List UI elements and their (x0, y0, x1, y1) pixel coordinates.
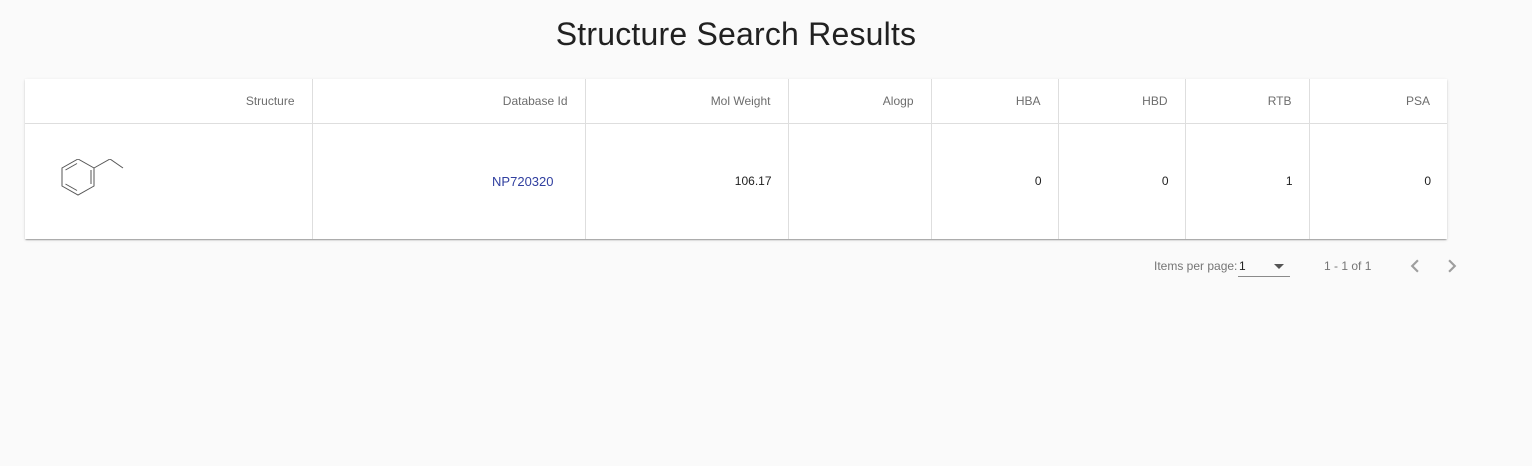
psa-cell: 0 (1424, 174, 1431, 189)
column-header-mol-weight[interactable]: Mol Weight (585, 79, 789, 124)
next-page-button[interactable] (1439, 253, 1465, 279)
hbd-cell: 0 (1058, 123, 1186, 239)
column-header-database-id[interactable]: Database Id (312, 79, 586, 124)
table-header-row: Structure Database Id Mol Weight Alogp H… (25, 79, 1447, 124)
items-per-page-select[interactable]: 1 (1238, 256, 1290, 277)
page-title: Structure Search Results (555, 16, 917, 52)
column-header-hba[interactable]: HBA (931, 79, 1059, 124)
previous-page-button[interactable] (1402, 253, 1428, 279)
column-header-rtb[interactable]: RTB (1185, 79, 1310, 124)
column-header-structure[interactable]: Structure (25, 79, 313, 124)
chevron-right-icon (1448, 259, 1457, 273)
table-row: NP720320 106.17 0 0 1 0 (25, 123, 1447, 239)
alogp-cell (788, 123, 932, 239)
ethylbenzene-structure-icon (61, 158, 124, 196)
results-table-card: Structure Database Id Mol Weight Alogp H… (25, 79, 1447, 239)
column-header-psa[interactable]: PSA (1309, 79, 1447, 124)
database-id-link[interactable]: NP720320 (492, 174, 553, 189)
items-per-page-value: 1 (1239, 259, 1246, 273)
hba-cell: 0 (931, 123, 1059, 239)
column-header-hbd[interactable]: HBD (1058, 79, 1186, 124)
mol-weight-cell: 106.17 (585, 123, 789, 239)
chevron-left-icon (1410, 259, 1419, 273)
dropdown-arrow-icon (1274, 264, 1284, 269)
database-id-cell: NP720320 (312, 123, 586, 239)
items-per-page-label: Items per page: (1154, 259, 1238, 273)
column-header-alogp[interactable]: Alogp (788, 79, 932, 124)
rtb-cell: 1 (1185, 123, 1310, 239)
paginator: Items per page: 1 1 - 1 of 1 (1150, 253, 1470, 279)
page-range-label: 1 - 1 of 1 (1324, 259, 1372, 273)
structure-cell (25, 123, 313, 239)
results-table: Structure Database Id Mol Weight Alogp H… (25, 79, 1447, 239)
